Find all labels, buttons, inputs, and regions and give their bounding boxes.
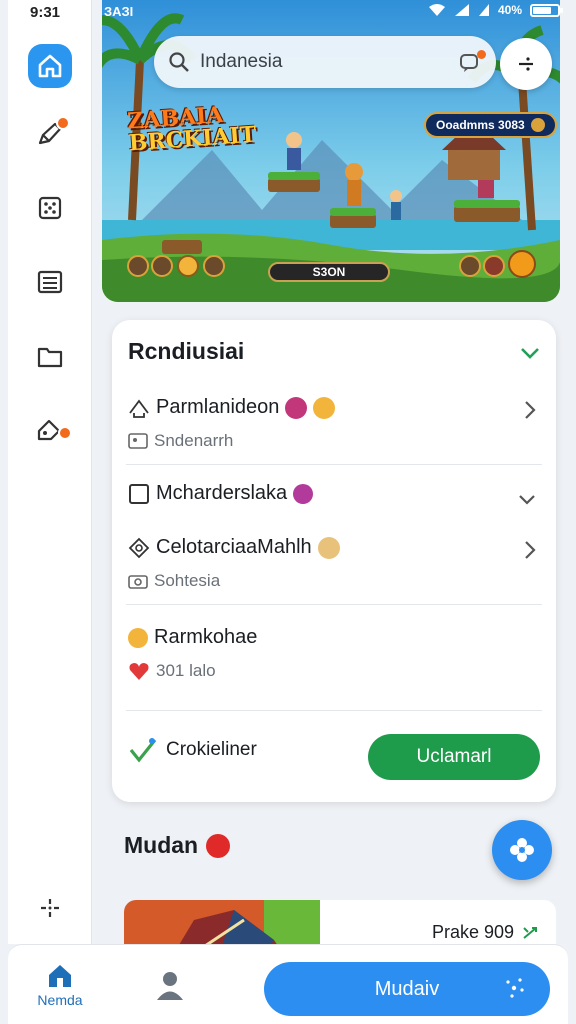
sparkle-icon (506, 978, 524, 998)
crosshair-icon[interactable] (38, 896, 62, 920)
chevron-down-icon[interactable] (518, 486, 536, 512)
camera-icon (128, 575, 148, 589)
sun-icon (128, 627, 148, 648)
battery-icon (530, 3, 563, 17)
search-input[interactable]: Indanesia (200, 51, 448, 73)
list-item-title: Rarmkohae (154, 626, 258, 648)
image-icon (128, 433, 148, 449)
list-item-title: Parmlanideon (156, 396, 280, 418)
boat-icon (129, 399, 149, 418)
chevron-right-icon[interactable] (524, 540, 536, 566)
profile-icon[interactable] (152, 967, 188, 1003)
status-bar: 9:31 ЗАЗI 40% (0, 0, 576, 30)
sidebar-item-tag[interactable] (28, 408, 72, 452)
notification-badge (477, 50, 486, 59)
location-icon (128, 537, 150, 558)
list-item[interactable]: CelotarciaaMahlh Sohtesia (128, 536, 542, 591)
network-label: 40% (497, 3, 522, 17)
footer-label: Crokieliner (166, 739, 257, 760)
more-button[interactable] (500, 38, 552, 90)
sidebar-item-list[interactable] (28, 260, 72, 304)
list-item-subtitle: 301 lalo (156, 661, 216, 680)
sun-icon (313, 396, 336, 419)
list-item-title: Mcharderslaka (156, 482, 288, 504)
status-time: 9:31 (30, 4, 61, 21)
folder-icon (37, 347, 63, 368)
home-icon (38, 54, 62, 78)
shuffle-icon (523, 926, 537, 939)
creature-icon (285, 396, 308, 419)
floating-action-button[interactable] (492, 820, 552, 880)
divider (126, 464, 542, 465)
puzzle-icon (510, 838, 534, 862)
nav-primary-button[interactable]: Mudaiv (264, 962, 550, 1016)
nav-home-label: Nemda (37, 992, 83, 1008)
bottom-navigation: Nemda Mudaiv (8, 944, 568, 1024)
list-item-subtitle: Sohtesia (154, 571, 221, 590)
notification-badge (56, 116, 70, 130)
signal-icon-2 (478, 4, 489, 16)
dice-icon (38, 196, 62, 220)
more-icon (519, 57, 533, 71)
chevron-down-icon[interactable] (520, 340, 540, 366)
left-sidebar (8, 0, 92, 944)
game-logo: ZABAIA BRCKIAIT (126, 101, 258, 157)
hero-banner[interactable]: Indanesia ZABAIA BRCKIAIT Ooadmms 3083 S… (102, 0, 560, 302)
search-bar[interactable]: Indanesia (154, 36, 496, 88)
list-icon (37, 270, 63, 294)
chevron-right-icon[interactable] (524, 400, 536, 426)
hero-chip[interactable]: Ooadmms 3083 (424, 112, 557, 138)
nav-home[interactable]: Nemda (32, 963, 88, 1008)
divider (126, 604, 542, 605)
coin-icon (530, 118, 545, 132)
home-icon (49, 965, 71, 987)
wifi-icon (428, 4, 445, 16)
search-icon (169, 52, 189, 72)
primary-cta-button[interactable]: Uclamarl (368, 734, 540, 780)
coin-bag-icon (317, 536, 340, 559)
heart-icon (129, 663, 149, 680)
list-item[interactable]: Parmlanideon Sndenarrh (128, 396, 542, 451)
notification-badge (58, 426, 72, 440)
checkmark-icon (129, 738, 157, 763)
status-carrier: ЗАЗI (104, 4, 134, 19)
checkbox-icon[interactable] (128, 483, 150, 505)
divider (126, 710, 542, 711)
status-icons: 40% (428, 3, 563, 17)
sidebar-item-folder[interactable] (28, 334, 72, 378)
red-dot-icon (206, 833, 231, 858)
list-item-title: CelotarciaaMahlh (156, 536, 312, 558)
sidebar-item-dice[interactable] (28, 186, 72, 230)
card-title: Rcndiusiai (128, 338, 245, 364)
preview-label: Prake 909 (432, 922, 538, 943)
section-title: Mudan (124, 832, 231, 859)
chat-icon[interactable] (458, 50, 486, 74)
signal-icon (454, 4, 469, 16)
sidebar-item-home[interactable] (28, 44, 72, 88)
list-item[interactable]: Rarmkohae 301 lalo (128, 626, 542, 681)
orb-icon (293, 483, 314, 504)
hero-action-pill[interactable]: S3ON (268, 262, 390, 282)
list-item-subtitle: Sndenarrh (154, 431, 234, 450)
recommendation-card: Rcndiusiai Parmlanideon Sndenarrh Mchard… (112, 320, 556, 802)
sidebar-item-edit[interactable] (28, 112, 72, 156)
list-item[interactable]: Mcharderslaka (128, 482, 542, 505)
